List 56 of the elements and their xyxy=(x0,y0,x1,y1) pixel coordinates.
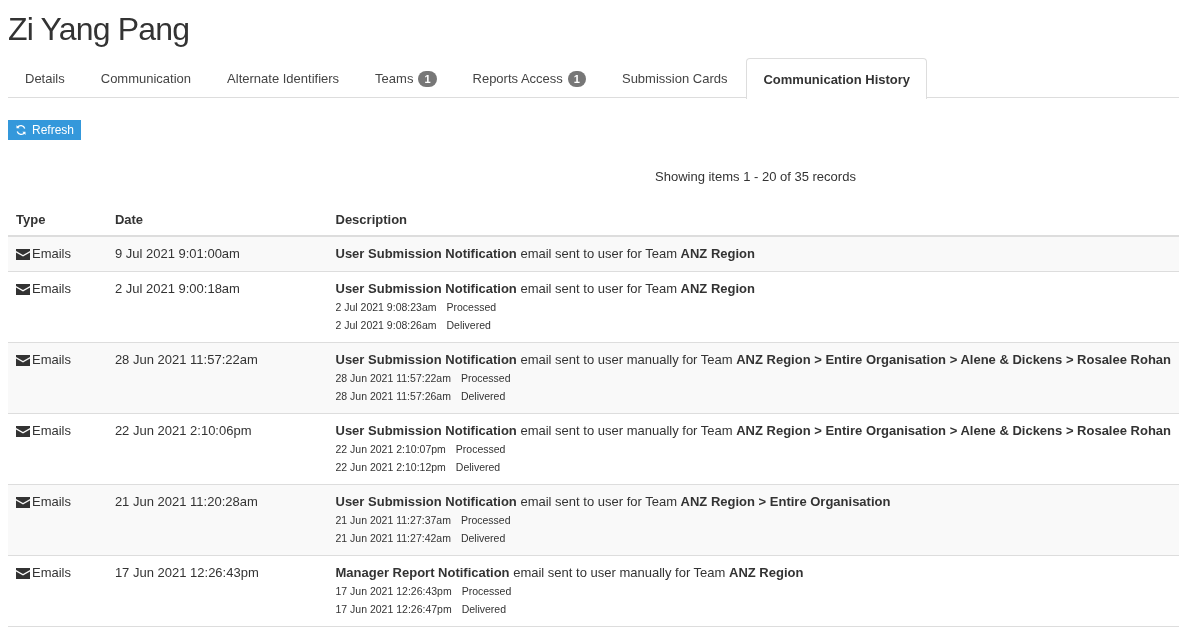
event-status: Delivered xyxy=(461,602,507,617)
tab[interactable]: Teams 1 xyxy=(358,58,454,98)
count-badge: 1 xyxy=(418,70,437,87)
event-status: Processed xyxy=(461,584,512,599)
event-time: 22 Jun 2021 2:10:12pm xyxy=(335,460,446,475)
refresh-icon xyxy=(15,124,27,136)
tab[interactable]: Submission Cards xyxy=(604,58,745,98)
envelope-icon xyxy=(16,248,30,260)
date-text: 9 Jul 2021 9:01:00am xyxy=(114,245,241,263)
envelope-icon xyxy=(16,354,30,366)
tab[interactable]: Communication History xyxy=(746,58,928,99)
tab[interactable]: Reports Access 1 xyxy=(455,58,603,98)
event-status: Delivered xyxy=(455,460,501,475)
date-text: 17 Jun 2021 12:26:43pm xyxy=(114,564,260,582)
type-text: Emails xyxy=(32,351,71,369)
event-status: Processed xyxy=(455,442,506,457)
type-text: Emails xyxy=(32,493,71,511)
event-time: 2 Jul 2021 9:08:26am xyxy=(335,318,437,333)
type-text: Emails xyxy=(32,564,71,582)
description-text: Manager Report Notification email sent to user manually for Team ANZ Region xyxy=(335,564,805,582)
count-badge: 1 xyxy=(567,70,586,87)
event-time: 21 Jun 2021 11:27:37am xyxy=(335,513,451,528)
event-time: 2 Jul 2021 9:08:23am xyxy=(335,300,437,315)
envelope-icon xyxy=(16,496,30,508)
type-text: Emails xyxy=(32,422,71,440)
event-time: 21 Jun 2021 11:27:42am xyxy=(335,531,451,546)
event-status: Delivered xyxy=(446,318,491,333)
event-status: Processed xyxy=(460,513,511,528)
event-time: 28 Jun 2021 11:57:22am xyxy=(335,371,451,386)
description-text: User Submission Notification email sent to user for Team ANZ Region xyxy=(335,245,756,263)
tab[interactable]: Alternate Identifiers xyxy=(210,58,357,98)
envelope-icon xyxy=(16,425,30,437)
description-text: User Submission Notification email sent to user manually for Team ANZ Region > Entire Organisation > Alene & Dickens > Rosalee Rohan xyxy=(335,351,1171,369)
date-text: 28 Jun 2021 11:57:22am xyxy=(114,351,259,369)
event-status: Processed xyxy=(446,300,497,315)
event-time: 28 Jun 2021 11:57:26am xyxy=(335,389,451,404)
description-text: User Submission Notification email sent to user manually for Team ANZ Region > Entire Organisation > Alene & Dickens > Rosalee Rohan xyxy=(335,422,1171,440)
event-time: 17 Jun 2021 12:26:43pm xyxy=(335,584,452,599)
event-time: 22 Jun 2021 2:10:07pm xyxy=(335,442,446,457)
type-text: Emails xyxy=(32,280,71,298)
date-text: 21 Jun 2021 11:20:28am xyxy=(114,493,259,511)
tab[interactable]: Details xyxy=(8,58,82,98)
page-title: Zi Yang Pang xyxy=(8,10,190,48)
event-time: 17 Jun 2021 12:26:47pm xyxy=(335,602,452,617)
type-text: Emails xyxy=(32,245,71,263)
event-status: Delivered xyxy=(460,531,506,546)
envelope-icon xyxy=(16,283,30,295)
pager-info: Showing items 1 - 20 of 35 records xyxy=(655,169,856,184)
tab[interactable]: Communication xyxy=(83,58,209,98)
event-status: Delivered xyxy=(460,389,506,404)
description-text: User Submission Notification email sent to user for Team ANZ Region > Entire Organisation xyxy=(335,493,892,511)
envelope-icon xyxy=(16,567,30,579)
event-status: Processed xyxy=(460,371,511,386)
date-text: 2 Jul 2021 9:00:18am xyxy=(114,280,241,298)
description-text: User Submission Notification email sent to user for Team ANZ Region xyxy=(335,280,756,298)
date-text: 22 Jun 2021 2:10:06pm xyxy=(114,422,253,440)
